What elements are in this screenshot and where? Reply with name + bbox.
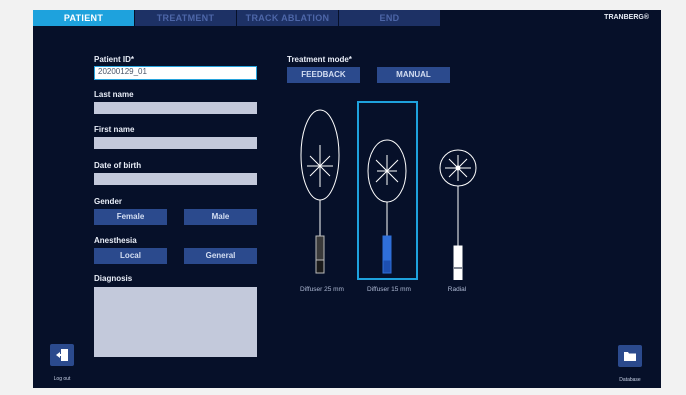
- fiber-radial-icon[interactable]: [439, 149, 477, 280]
- fiber-diffuser-25-icon[interactable]: [300, 109, 340, 274]
- anesthesia-local-button[interactable]: Local: [94, 248, 167, 264]
- anesthesia-general-button[interactable]: General: [184, 248, 257, 264]
- tab-treatment[interactable]: TREATMENT: [135, 10, 236, 26]
- dob-label: Date of birth: [94, 161, 142, 170]
- gender-female-button[interactable]: Female: [94, 209, 167, 225]
- patient-id-input[interactable]: 20200129_01: [94, 66, 257, 80]
- gender-male-button[interactable]: Male: [184, 209, 257, 225]
- anesthesia-label: Anesthesia: [94, 236, 137, 245]
- logout-label: Log out: [53, 376, 71, 382]
- logout-icon: [56, 349, 68, 361]
- first-name-label: First name: [94, 125, 135, 134]
- logout-button[interactable]: [50, 344, 74, 366]
- fiber-options-graphic: [300, 109, 477, 280]
- diagnosis-textarea[interactable]: [94, 287, 257, 357]
- fiber-radial-label: Radial: [447, 286, 467, 293]
- step-tabs: PATIENT TREATMENT TRACK ABLATION END: [33, 10, 661, 26]
- app-window: PATIENT TREATMENT TRACK ABLATION END TRA…: [33, 10, 661, 388]
- treatment-mode-label: Treatment mode*: [287, 55, 352, 64]
- last-name-input[interactable]: [94, 102, 257, 114]
- fiber-diffuser-25-label: Diffuser 25 mm: [300, 286, 344, 293]
- brand-logo: TRANBERG®: [604, 14, 649, 21]
- patient-id-label: Patient ID*: [94, 55, 135, 64]
- database-button[interactable]: [618, 345, 642, 367]
- first-name-input[interactable]: [94, 137, 257, 149]
- diagnosis-label: Diagnosis: [94, 274, 133, 283]
- fiber-diffuser-15-icon[interactable]: [367, 139, 407, 274]
- tab-patient[interactable]: PATIENT: [33, 10, 134, 26]
- database-label: Database: [619, 377, 641, 383]
- mode-manual-button[interactable]: MANUAL: [377, 67, 450, 83]
- folder-icon: [624, 352, 636, 361]
- fiber-diffuser-15-label: Diffuser 15 mm: [367, 286, 411, 293]
- tab-end[interactable]: END: [339, 10, 440, 26]
- last-name-label: Last name: [94, 90, 134, 99]
- gender-label: Gender: [94, 197, 123, 206]
- dob-input[interactable]: [94, 173, 257, 185]
- mode-feedback-button[interactable]: FEEDBACK: [287, 67, 360, 83]
- tab-track-ablation[interactable]: TRACK ABLATION: [237, 10, 338, 26]
